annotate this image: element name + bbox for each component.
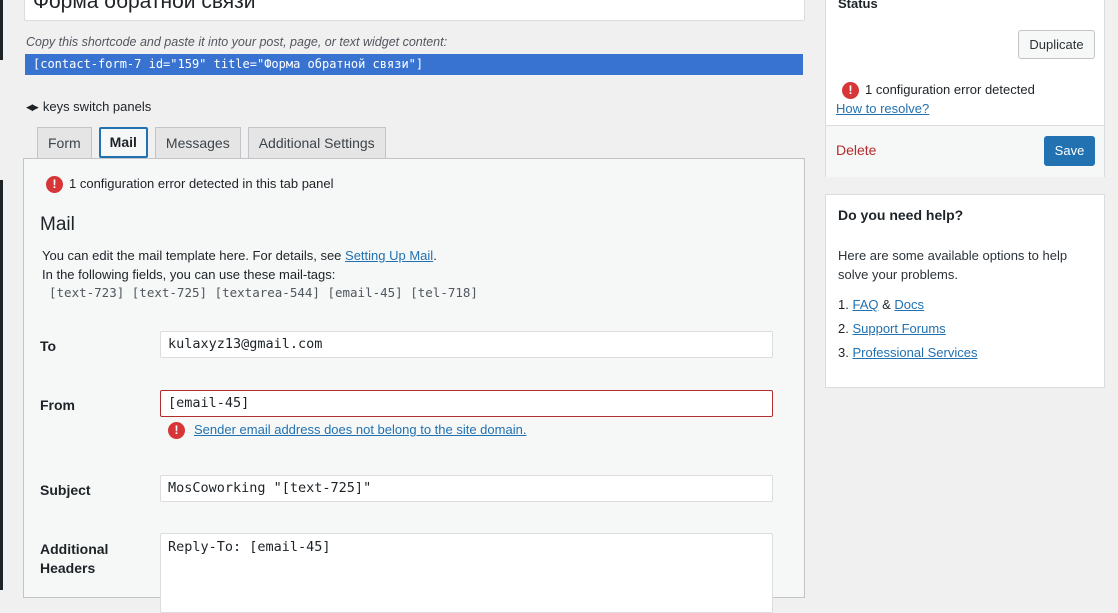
additional-headers-label-line1: Additional <box>40 541 109 557</box>
status-error-notice: ! 1 configuration error detected <box>842 82 1035 100</box>
additional-headers-textarea[interactable]: Reply-To: [email-45] <box>160 533 773 613</box>
professional-services-link[interactable]: Professional Services <box>852 345 977 360</box>
subject-label: Subject <box>40 482 91 498</box>
help-text: Here are some available options to help … <box>838 248 1068 282</box>
admin-menu-edge <box>0 180 3 590</box>
subject-input[interactable]: MosCoworking "[text-725]" <box>160 475 773 502</box>
docs-link[interactable]: Docs <box>894 297 924 312</box>
mail-description: You can edit the mail template here. For… <box>42 246 437 284</box>
mail-desc-line2: In the following fields, you can use the… <box>42 267 336 282</box>
additional-headers-label-line2: Headers <box>40 560 96 576</box>
from-error-notice: ! Sender email address does not belong to… <box>168 422 526 440</box>
mail-tags: [text-723] [text-725] [textarea-544] [em… <box>49 285 478 300</box>
how-to-resolve-link[interactable]: How to resolve? <box>836 101 929 116</box>
from-error-link[interactable]: Sender email address does not belong to … <box>194 422 526 437</box>
tab-error-text: 1 configuration error detected in this t… <box>69 176 334 191</box>
editor-tabs: Form Mail Messages Additional Settings <box>37 127 386 159</box>
admin-menu-edge <box>0 0 3 60</box>
tab-messages[interactable]: Messages <box>154 127 241 159</box>
left-right-arrows-icon: ◀▶ <box>26 102 39 112</box>
mail-panel: ! 1 configuration error detected in this … <box>23 158 805 613</box>
help-list: 1. FAQ & Docs 2. Support Forums 3. Profe… <box>838 296 977 368</box>
from-label: From <box>40 397 75 413</box>
form-title-input[interactable]: Форма обратной связи <box>24 0 805 21</box>
status-actions: Delete Save <box>826 125 1104 177</box>
error-icon: ! <box>168 422 185 440</box>
tab-error-notice: ! 1 configuration error detected in this … <box>46 176 334 194</box>
mail-desc-suffix: . <box>433 248 437 263</box>
tab-additional-settings[interactable]: Additional Settings <box>247 127 386 159</box>
tab-mail[interactable]: Mail <box>98 127 148 158</box>
duplicate-button[interactable]: Duplicate <box>1018 30 1095 59</box>
status-title: Status <box>838 0 878 11</box>
help-item-number: 2. <box>838 321 849 336</box>
help-item-number: 3. <box>838 345 849 360</box>
error-icon: ! <box>46 176 63 194</box>
mail-desc-prefix: You can edit the mail template here. For… <box>42 248 346 263</box>
keys-hint-text: keys switch panels <box>42 99 152 114</box>
error-icon: ! <box>842 82 859 100</box>
to-label: To <box>40 338 57 354</box>
to-input[interactable]: kulaxyz13@gmail.com <box>160 331 773 358</box>
shortcode-field[interactable]: [contact-form-7 id="159" title="Форма об… <box>25 54 803 75</box>
help-item-number: 1. <box>838 297 849 312</box>
help-item-faq-docs: 1. FAQ & Docs <box>838 296 977 320</box>
help-item-separator: & <box>882 297 891 312</box>
support-forums-link[interactable]: Support Forums <box>852 321 945 336</box>
keys-hint: ◀▶ keys switch panels <box>26 99 151 114</box>
help-item-support: 2. Support Forums <box>838 320 977 344</box>
from-input[interactable]: [email-45] <box>160 390 773 417</box>
faq-link[interactable]: FAQ <box>852 297 878 312</box>
delete-link[interactable]: Delete <box>836 142 876 158</box>
mail-heading: Mail <box>40 214 75 235</box>
status-box: Status Duplicate ! 1 configuration error … <box>825 0 1105 177</box>
save-button[interactable]: Save <box>1044 136 1095 166</box>
help-item-professional: 3. Professional Services <box>838 344 977 368</box>
status-error-text: 1 configuration error detected <box>865 82 1035 97</box>
tab-form[interactable]: Form <box>37 127 92 159</box>
help-title: Do you need help? <box>838 207 964 223</box>
additional-headers-label: Additional Headers <box>40 540 108 578</box>
shortcode-description: Copy this shortcode and paste it into yo… <box>26 35 448 49</box>
setting-up-mail-link[interactable]: Setting Up Mail <box>345 248 433 263</box>
help-box: Do you need help? Here are some availabl… <box>825 194 1105 388</box>
